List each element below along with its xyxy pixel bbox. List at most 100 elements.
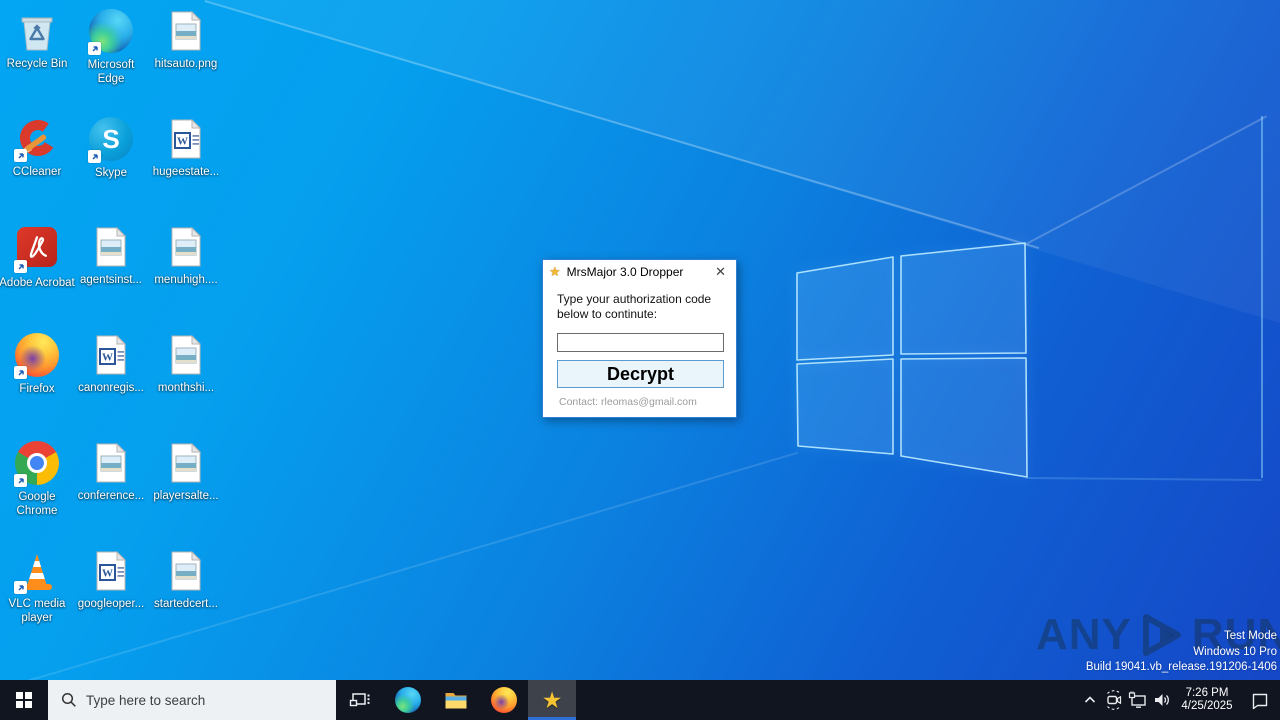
desktop-item-label: agentsinst... bbox=[79, 274, 142, 286]
desktop-item-recycle-bin[interactable]: Recycle Bin bbox=[0, 8, 75, 71]
taskbar-file-explorer-button[interactable] bbox=[432, 680, 480, 720]
edge-icon bbox=[88, 9, 134, 55]
authorization-code-input[interactable] bbox=[557, 333, 724, 352]
desktop-item-label: Firefox bbox=[19, 383, 55, 395]
desktop-item-firefox[interactable]: Firefox bbox=[0, 332, 75, 396]
action-center-button[interactable] bbox=[1240, 680, 1280, 720]
image-file-icon bbox=[163, 440, 209, 486]
desktop-item-label: hitsauto.png bbox=[154, 58, 218, 70]
desktop-item-label: Recycle Bin bbox=[6, 58, 68, 70]
star-icon: ★ bbox=[541, 686, 563, 713]
desktop-item-skype[interactable]: S Skype bbox=[73, 116, 149, 180]
desktop-item-playersalte[interactable]: playersalte... bbox=[148, 440, 224, 503]
shortcut-arrow-icon bbox=[88, 150, 101, 163]
camera-icon bbox=[1107, 690, 1122, 710]
desktop-item-label: conference... bbox=[77, 490, 145, 502]
clock-time: 7:26 PM bbox=[1185, 686, 1229, 699]
meet-now-button[interactable] bbox=[1102, 680, 1126, 720]
desktop-item-startedcert[interactable]: startedcert... bbox=[148, 548, 224, 611]
wallpaper-ray bbox=[1025, 477, 1262, 481]
sandbox-watermark-text: Test Mode Windows 10 Pro Build 19041.vb_… bbox=[1086, 629, 1277, 676]
image-file-icon bbox=[163, 548, 209, 594]
wallpaper-ray bbox=[1261, 116, 1263, 478]
desktop-item-label: monthshi... bbox=[157, 382, 215, 394]
star-icon: ★ bbox=[549, 263, 561, 279]
taskbar-mrsmajor-app-button[interactable]: ★ bbox=[528, 680, 576, 720]
taskbar-edge-button[interactable] bbox=[384, 680, 432, 720]
desktop-item-menuhigh[interactable]: menuhigh.... bbox=[148, 224, 224, 287]
desktop-item-label: CCleaner bbox=[12, 166, 62, 178]
speaker-icon bbox=[1155, 694, 1169, 706]
firefox-icon bbox=[14, 333, 60, 379]
shortcut-arrow-icon bbox=[14, 260, 27, 273]
desktop-item-label: playersalte... bbox=[153, 490, 219, 502]
shortcut-arrow-icon bbox=[14, 581, 27, 594]
desktop-item-agentsinst[interactable]: agentsinst... bbox=[73, 224, 149, 287]
show-hidden-icons-button[interactable] bbox=[1078, 680, 1102, 720]
desktop-item-label: VLC media player bbox=[8, 598, 66, 624]
desktop-item-hugeestate[interactable]: W hugeestate... bbox=[148, 116, 224, 179]
taskbar-empty-area bbox=[576, 680, 1078, 720]
desktop-item-vlc[interactable]: VLC media player bbox=[0, 548, 75, 625]
mrsmajor-dropper-window: ★ MrsMajor 3.0 Dropper ✕ Type your autho… bbox=[542, 259, 737, 418]
desktop-item-label: Skype bbox=[95, 167, 127, 179]
desktop-item-canonregis[interactable]: W canonregis... bbox=[73, 332, 149, 395]
shortcut-arrow-icon bbox=[88, 42, 101, 55]
windows-start-icon bbox=[15, 691, 33, 709]
desktop-item-conference[interactable]: conference... bbox=[73, 440, 149, 503]
authorization-message: Type your authorization code below to co… bbox=[557, 292, 712, 321]
start-button[interactable] bbox=[0, 680, 48, 720]
watermark-build: Build 19041.vb_release.191206-1406 bbox=[1085, 661, 1277, 673]
desktop-item-google-chrome[interactable]: Google Chrome bbox=[0, 440, 75, 518]
acrobat-icon bbox=[14, 227, 60, 273]
desktop-item-label: startedcert... bbox=[154, 598, 218, 610]
desktop-item-googleoper[interactable]: W googleoper... bbox=[73, 548, 149, 611]
taskbar-firefox-button[interactable] bbox=[480, 680, 528, 720]
word-doc-icon: W bbox=[163, 116, 209, 162]
search-icon bbox=[61, 692, 76, 707]
image-file-icon bbox=[88, 224, 134, 270]
task-view-button[interactable] bbox=[336, 680, 384, 720]
shortcut-arrow-icon bbox=[14, 366, 27, 379]
decrypt-button[interactable]: Decrypt bbox=[557, 360, 724, 388]
desktop-item-adobe-acrobat[interactable]: Adobe Acrobat bbox=[0, 224, 75, 290]
system-tray: 7:26 PM 4/25/2025 bbox=[1078, 680, 1280, 720]
ccleaner-icon bbox=[14, 116, 60, 162]
file-explorer-icon bbox=[445, 693, 467, 709]
chevron-up-icon bbox=[1084, 696, 1096, 703]
recycle-bin-icon bbox=[14, 8, 60, 54]
search-input[interactable] bbox=[86, 692, 286, 708]
desktop-item-label: canonregis... bbox=[78, 382, 144, 394]
volume-button[interactable] bbox=[1150, 680, 1174, 720]
svg-text:W: W bbox=[102, 568, 113, 580]
desktop-item-ccleaner[interactable]: CCleaner bbox=[0, 116, 75, 179]
desktop-item-label: Adobe Acrobat bbox=[0, 277, 75, 289]
desktop-item-monthshi[interactable]: monthshi... bbox=[148, 332, 224, 395]
image-file-icon bbox=[163, 224, 209, 270]
dialog-titlebar[interactable]: ★ MrsMajor 3.0 Dropper ✕ bbox=[543, 260, 736, 283]
desktop-item-label: Microsoft Edge bbox=[87, 59, 135, 85]
shortcut-arrow-icon bbox=[14, 474, 27, 487]
skype-icon: S bbox=[88, 117, 134, 163]
taskbar-search[interactable] bbox=[48, 680, 336, 720]
desktop-item-microsoft-edge[interactable]: Microsoft Edge bbox=[73, 8, 149, 86]
desktop-item-label: menuhigh.... bbox=[154, 274, 218, 286]
desktop-item-label: googleoper... bbox=[77, 598, 145, 610]
taskbar-clock[interactable]: 7:26 PM 4/25/2025 bbox=[1174, 687, 1240, 714]
dialog-body: Type your authorization code below to co… bbox=[543, 283, 736, 408]
image-file-icon bbox=[88, 440, 134, 486]
word-doc-icon: W bbox=[88, 548, 134, 594]
close-icon[interactable]: ✕ bbox=[712, 264, 729, 280]
image-file-icon bbox=[163, 332, 209, 378]
chrome-icon bbox=[14, 441, 60, 487]
desktop-item-hitsauto-png[interactable]: hitsauto.png bbox=[148, 8, 224, 71]
desktop-item-label: Google Chrome bbox=[16, 491, 58, 517]
image-file-icon bbox=[163, 8, 209, 54]
contact-text: Contact: rleomas@gmail.com bbox=[559, 396, 697, 408]
word-doc-icon: W bbox=[88, 332, 134, 378]
network-button[interactable] bbox=[1126, 680, 1150, 720]
desktop-item-label: hugeestate... bbox=[152, 166, 220, 178]
firefox-icon bbox=[491, 687, 517, 713]
watermark-os: Windows 10 Pro bbox=[1193, 645, 1277, 658]
vlc-icon bbox=[14, 548, 60, 594]
